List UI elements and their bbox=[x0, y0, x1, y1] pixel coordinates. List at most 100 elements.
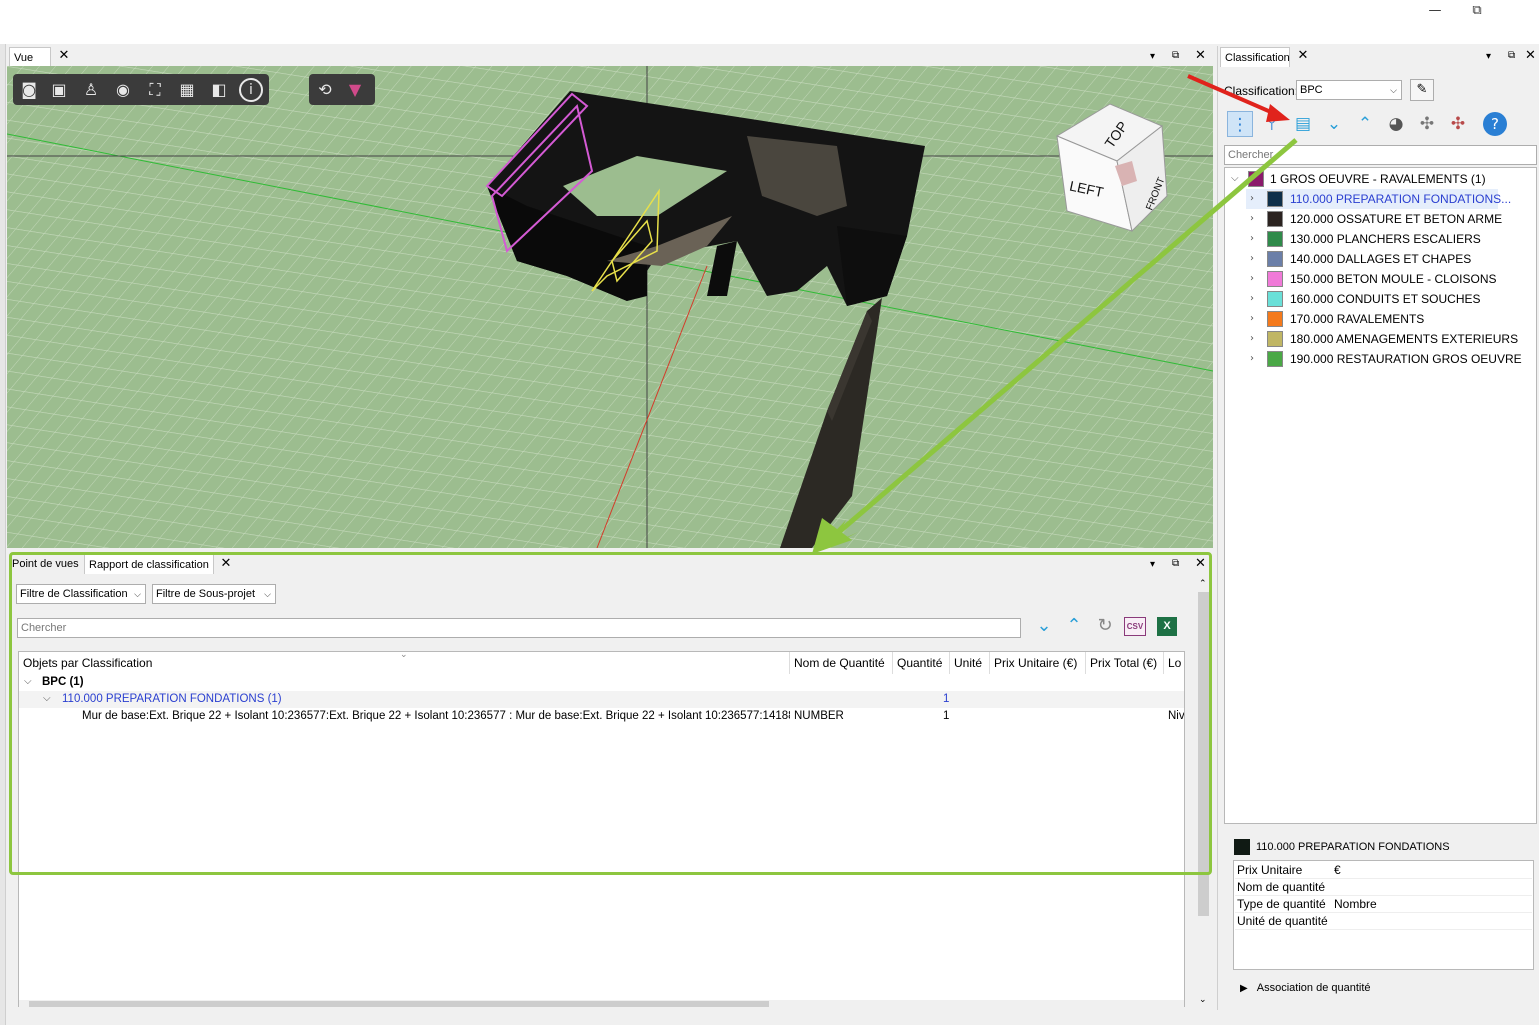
tab-classification[interactable]: Classification bbox=[1220, 47, 1290, 67]
tree-root[interactable]: ⌵ 1 GROS OEUVRE - RAVALEMENTS (1) bbox=[1228, 169, 1528, 189]
highlight-frame bbox=[9, 552, 1212, 875]
color-swatch bbox=[1267, 291, 1283, 307]
filter-icon[interactable]: ▼ bbox=[343, 78, 367, 102]
color-swatch bbox=[1267, 311, 1283, 327]
network-color-icon[interactable]: ✣ bbox=[1445, 111, 1471, 137]
chevron-right-icon[interactable]: › bbox=[1250, 249, 1254, 269]
minimize-icon[interactable]: — bbox=[1420, 2, 1450, 20]
chevron-right-icon[interactable]: › bbox=[1250, 209, 1254, 229]
tree-item-label: 180.000 AMENAGEMENTS EXTERIEURS bbox=[1290, 332, 1519, 346]
color-swatch bbox=[1267, 351, 1283, 367]
close-icon[interactable]: ✕ bbox=[56, 48, 72, 64]
edit-classification-button[interactable]: ✎ bbox=[1410, 79, 1434, 101]
tree-item-label: 170.000 RAVALEMENTS bbox=[1290, 312, 1425, 326]
classification-search-input[interactable]: Chercher bbox=[1224, 145, 1537, 165]
tree-item-label: 150.000 BETON MOULE - CLOISONS bbox=[1290, 272, 1497, 286]
details-color-swatch bbox=[1234, 839, 1250, 855]
dock-float-icon[interactable]: ⧉ bbox=[1508, 49, 1515, 63]
tree-item-label: 110.000 PREPARATION FONDATIONS... bbox=[1290, 192, 1512, 206]
pin-icon[interactable]: ⫯ bbox=[1259, 111, 1285, 137]
tree-item[interactable]: › 150.000 BETON MOULE - CLOISONS bbox=[1246, 269, 1498, 289]
horizontal-scrollbar[interactable] bbox=[19, 1000, 1184, 1008]
report-icon[interactable]: ▤ bbox=[1290, 111, 1316, 137]
chevron-down-icon[interactable]: ⌵ bbox=[1231, 169, 1239, 189]
tree-item[interactable]: › 120.000 OSSATURE ET BETON ARME bbox=[1246, 209, 1502, 229]
eye-icon[interactable]: ◉ bbox=[111, 78, 135, 102]
classification-label: Classification: bbox=[1224, 84, 1299, 98]
tree-item[interactable]: › 110.000 PREPARATION FONDATIONS... bbox=[1246, 189, 1511, 209]
scroll-thumb[interactable] bbox=[29, 1001, 769, 1007]
dock-close-icon[interactable]: ✕ bbox=[1195, 49, 1206, 63]
classification-select-value: BPC bbox=[1300, 84, 1323, 96]
dock-float-icon[interactable]: ⧉ bbox=[1172, 49, 1179, 63]
scroll-down-icon[interactable]: ⌄ bbox=[1199, 994, 1207, 1005]
layers-icon[interactable]: ▣ bbox=[47, 78, 71, 102]
classification-select[interactable]: BPC ⌵ bbox=[1296, 80, 1402, 100]
property-row[interactable]: Nom de quantité bbox=[1235, 879, 1532, 896]
orbit-icon[interactable]: ⟲ bbox=[313, 78, 337, 102]
person-icon[interactable]: ♙ bbox=[79, 78, 103, 102]
property-value: Nombre bbox=[1334, 897, 1377, 911]
association-toggle[interactable]: ▶ Association de quantité bbox=[1240, 982, 1371, 994]
camera-icon[interactable]: ◙ bbox=[17, 78, 41, 102]
chevron-down-icon: ⌵ bbox=[1390, 85, 1397, 95]
chevron-right-icon[interactable]: › bbox=[1250, 229, 1254, 249]
clip-plane-icon[interactable]: ◧ bbox=[207, 78, 231, 102]
tree-item[interactable]: › 170.000 RAVALEMENTS bbox=[1246, 309, 1498, 329]
property-row[interactable]: Unité de quantité bbox=[1235, 913, 1532, 930]
tree-item[interactable]: › 180.000 AMENAGEMENTS EXTERIEURS bbox=[1246, 329, 1518, 349]
property-key: Prix Unitaire bbox=[1237, 863, 1303, 877]
help-icon[interactable]: ? bbox=[1483, 112, 1507, 136]
root-color-swatch bbox=[1248, 171, 1264, 187]
triangle-right-icon: ▶ bbox=[1240, 983, 1248, 994]
color-swatch bbox=[1267, 251, 1283, 267]
left-dock-strip bbox=[0, 44, 6, 1025]
color-swatch bbox=[1267, 231, 1283, 247]
fit-view-icon[interactable]: ⛶ bbox=[143, 78, 167, 102]
viewport-toolbar-2: ⟲ ▼ bbox=[309, 74, 375, 105]
details-title: 110.000 PREPARATION FONDATIONS bbox=[1256, 841, 1450, 853]
dock-menu-icon[interactable]: ▾ bbox=[1486, 50, 1491, 64]
section-box-icon[interactable]: ▦ bbox=[175, 78, 199, 102]
viewport-3d[interactable]: TOP LEFT FRONT bbox=[7, 66, 1213, 548]
chevron-right-icon[interactable]: › bbox=[1250, 329, 1254, 349]
window-titlebar: — ⧉ bbox=[0, 0, 1539, 44]
property-value: € bbox=[1334, 863, 1341, 877]
chevron-right-icon[interactable]: › bbox=[1250, 309, 1254, 329]
color-swatch bbox=[1267, 191, 1283, 207]
property-row[interactable]: Prix Unitaire € bbox=[1235, 862, 1532, 879]
view3d-tabbar bbox=[6, 46, 1214, 66]
scene-canvas: TOP LEFT FRONT bbox=[7, 66, 1213, 548]
chevron-right-icon[interactable]: › bbox=[1250, 189, 1254, 209]
tree-view-icon[interactable]: ⋮ bbox=[1227, 111, 1253, 137]
tree-item[interactable]: › 190.000 RESTAURATION GROS OEUVRE bbox=[1246, 349, 1522, 369]
expand-all-icon[interactable]: ⌄ bbox=[1321, 111, 1347, 137]
property-key: Unité de quantité bbox=[1237, 914, 1328, 928]
visibility-icon[interactable]: ◕ bbox=[1383, 111, 1409, 137]
info-icon[interactable]: i bbox=[239, 78, 263, 102]
tree-item[interactable]: › 140.000 DALLAGES ET CHAPES bbox=[1246, 249, 1498, 269]
collapse-all-icon[interactable]: ⌃ bbox=[1352, 111, 1378, 137]
viewport-toolbar: ◙ ▣ ♙ ◉ ⛶ ▦ ◧ i bbox=[13, 74, 269, 105]
tree-item-label: 190.000 RESTAURATION GROS OEUVRE bbox=[1290, 352, 1522, 366]
tree-root-label: 1 GROS OEUVRE - RAVALEMENTS (1) bbox=[1270, 172, 1486, 186]
tree-item[interactable]: › 160.000 CONDUITS ET SOUCHES bbox=[1246, 289, 1498, 309]
tree-item-label: 130.000 PLANCHERS ESCALIERS bbox=[1290, 232, 1481, 246]
color-swatch bbox=[1267, 211, 1283, 227]
tree-item[interactable]: › 130.000 PLANCHERS ESCALIERS bbox=[1246, 229, 1498, 249]
property-key: Type de quantité bbox=[1237, 897, 1326, 911]
close-icon[interactable]: ✕ bbox=[1295, 48, 1311, 64]
tab-vue3d[interactable]: Vue 3D bbox=[9, 47, 51, 84]
network-icon[interactable]: ✣ bbox=[1414, 111, 1440, 137]
restore-icon[interactable]: ⧉ bbox=[1462, 2, 1492, 20]
dock-close-icon[interactable]: ✕ bbox=[1525, 49, 1536, 63]
chevron-right-icon[interactable]: › bbox=[1250, 289, 1254, 309]
color-swatch bbox=[1267, 271, 1283, 287]
chevron-right-icon[interactable]: › bbox=[1250, 349, 1254, 369]
property-key: Nom de quantité bbox=[1237, 880, 1326, 894]
dock-menu-icon[interactable]: ▾ bbox=[1150, 50, 1155, 64]
color-swatch bbox=[1267, 331, 1283, 347]
tree-item-label: 140.000 DALLAGES ET CHAPES bbox=[1290, 252, 1472, 266]
property-row[interactable]: Type de quantité Nombre bbox=[1235, 896, 1532, 913]
chevron-right-icon[interactable]: › bbox=[1250, 269, 1254, 289]
